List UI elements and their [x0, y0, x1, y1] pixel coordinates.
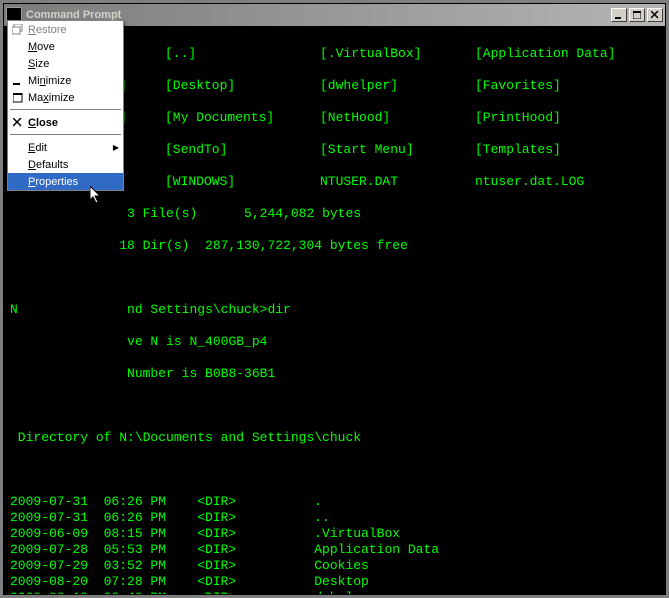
menu-restore: Restore [8, 21, 123, 38]
menu-move[interactable]: Move [8, 38, 123, 55]
window-buttons [611, 8, 663, 22]
serial-line: Number is B0B8-36B1 [127, 366, 275, 381]
close-button[interactable] [647, 8, 663, 22]
dir-entry: 2009-08-20 07:28 PM <DIR> Desktop [10, 574, 659, 590]
file-summary: 3 File(s) 5,244,082 bytes [127, 206, 361, 221]
menu-properties[interactable]: Properties [8, 173, 123, 190]
menu-separator [10, 109, 121, 111]
col-item: ntuser.dat.LOG [475, 174, 584, 190]
col-item: [Application Data] [475, 46, 615, 62]
dir-entry: 2009-08-19 08:49 PM <DIR> dwhelper [10, 590, 659, 594]
col-item: [My Documents] [165, 110, 320, 126]
minimize-icon [11, 74, 24, 87]
close-icon [11, 116, 24, 129]
dir-entry: 2009-06-09 08:15 PM <DIR> .VirtualBox [10, 526, 659, 542]
menu-size[interactable]: Size [8, 55, 123, 72]
menu-separator [10, 134, 121, 136]
menu-maximize[interactable]: Maximize [8, 89, 123, 106]
submenu-arrow-icon: ▶ [113, 143, 119, 152]
maximize-button[interactable] [629, 8, 645, 22]
dir-entry: 2009-07-29 03:52 PM <DIR> Cookies [10, 558, 659, 574]
col-item: [Templates] [475, 142, 561, 158]
restore-icon [11, 23, 24, 36]
col-item: [WINDOWS] [165, 174, 320, 190]
menu-edit[interactable]: Edit ▶ [8, 139, 123, 156]
col-item: [.VirtualBox] [320, 46, 475, 62]
col-item: [PrintHood] [475, 110, 561, 126]
system-menu: Restore Move Size Minimize Maximize Clos… [7, 20, 124, 191]
col-item: [..] [165, 46, 320, 62]
volume-line: ve N is N_400GB_p4 [127, 334, 267, 349]
col-item: [Start Menu] [320, 142, 475, 158]
prompt-line: nd Settings\chuck>dir [127, 302, 291, 317]
dir-entry: 2009-07-31 06:26 PM <DIR> . [10, 494, 659, 510]
col-item: [Favorites] [475, 78, 561, 94]
dir-entry: 2009-07-28 05:53 PM <DIR> Application Da… [10, 542, 659, 558]
col-item: [dwhelper] [320, 78, 475, 94]
dir-summary: 18 Dir(s) 287,130,722,304 bytes free [119, 238, 408, 253]
minimize-button[interactable] [611, 8, 627, 22]
col-item: [Desktop] [165, 78, 320, 94]
menu-defaults[interactable]: Defaults [8, 156, 123, 173]
directory-header: Directory of N:\Documents and Settings\c… [10, 430, 659, 446]
maximize-icon [11, 91, 24, 104]
dir-entry: 2009-07-31 06:26 PM <DIR> .. [10, 510, 659, 526]
col-item: [SendTo] [165, 142, 320, 158]
col-item: [NetHood] [320, 110, 475, 126]
menu-minimize[interactable]: Minimize [8, 72, 123, 89]
menu-close[interactable]: Close [8, 114, 123, 131]
col-item: NTUSER.DAT [320, 174, 475, 190]
